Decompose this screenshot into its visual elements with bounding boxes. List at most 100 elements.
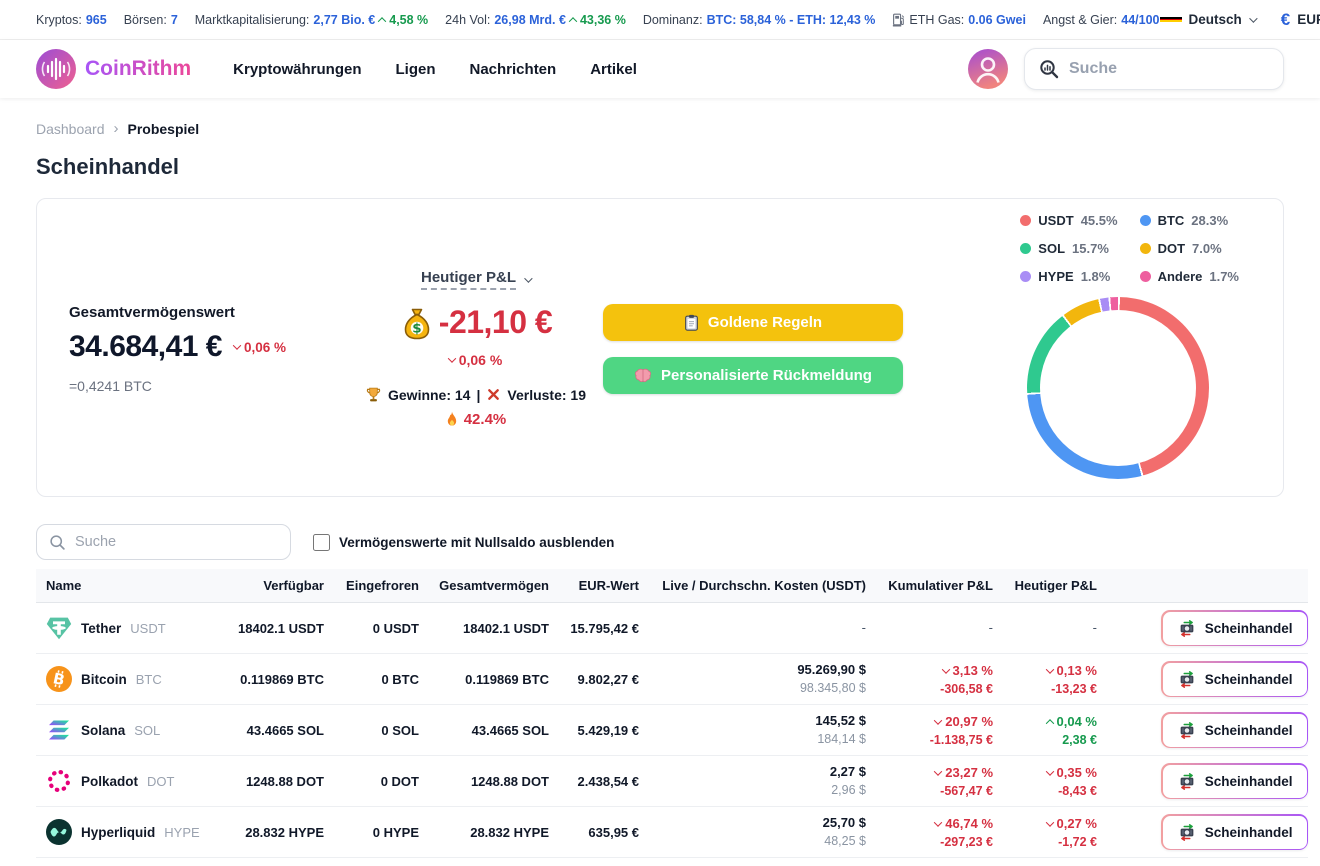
currency-exchange-icon	[1177, 824, 1197, 841]
nav-item-artikel[interactable]: Artikel	[590, 61, 637, 78]
asset-name-cell[interactable]: Tether USDT	[36, 615, 236, 641]
today-pnl-cell: 0,13 %-13,23 €	[995, 661, 1099, 698]
mock-trade-button-border: Scheinhandel	[1161, 610, 1308, 646]
stat-value[interactable]: 965	[86, 13, 107, 27]
stat-value[interactable]: 2,77 Bio. €	[313, 13, 375, 27]
nav-item-ligen[interactable]: Ligen	[396, 61, 436, 78]
legend-percent: 28.3%	[1191, 213, 1228, 228]
mock-trade-button[interactable]: Scheinhandel	[1163, 816, 1307, 849]
chevron-down-icon	[447, 354, 455, 362]
brand-name: CoinRithm	[85, 57, 191, 81]
mock-trade-button[interactable]: Scheinhandel	[1163, 612, 1307, 645]
stat-label: Dominanz:	[643, 13, 703, 27]
gas-pump-icon	[892, 12, 905, 27]
stat-value[interactable]: BTC: 58,84 % - ETH: 12,43 %	[707, 13, 876, 27]
asset-search[interactable]	[36, 524, 291, 560]
cost-cell: 2,27 $2,96 $	[641, 763, 868, 799]
stat-value[interactable]: 26,98 Mrd. €	[494, 13, 566, 27]
total-cell: 28.832 HYPE	[421, 825, 551, 840]
pnl-selector-label: Heutiger P&L	[421, 269, 516, 290]
pnl-period-selector[interactable]: Heutiger P&L	[421, 269, 530, 290]
available-cell: 0.119869 BTC	[236, 672, 326, 687]
chevron-down-icon	[934, 767, 942, 775]
column-header: Name	[36, 578, 236, 593]
legend-item: HYPE 1.8%	[1020, 269, 1117, 284]
nav-item-kryptowährungen[interactable]: Kryptowährungen	[233, 61, 361, 78]
language-selector[interactable]: Deutsch	[1160, 12, 1255, 27]
asset-name: Polkadot	[81, 774, 138, 789]
table-header: NameVerfügbarEingefrorenGesamtvermögenEU…	[36, 569, 1308, 603]
nav-item-nachrichten[interactable]: Nachrichten	[470, 61, 557, 78]
mock-trade-button-border: Scheinhandel	[1161, 712, 1308, 748]
asset-name-cell[interactable]: Solana SOL	[36, 717, 236, 743]
asset-search-input[interactable]	[75, 534, 278, 550]
tether-icon	[46, 615, 72, 641]
breadcrumb-dashboard-link[interactable]: Dashboard	[36, 121, 105, 137]
asset-name-cell[interactable]: Polkadot DOT	[36, 768, 236, 794]
frozen-cell: 0 BTC	[326, 672, 421, 687]
available-cell: 43.4665 SOL	[236, 723, 326, 738]
asset-name-cell[interactable]: Hyperliquid HYPE	[36, 819, 236, 845]
personalized-feedback-button[interactable]: Personalisierte Rückmeldung	[603, 357, 903, 394]
chevron-down-icon	[1045, 665, 1053, 673]
polkadot-icon	[46, 768, 72, 794]
user-avatar-icon[interactable]	[968, 49, 1008, 89]
currency-selector[interactable]: € EUR	[1281, 10, 1320, 30]
today-pnl-cell: 0,04 %2,38 €	[995, 712, 1099, 749]
mock-trade-button[interactable]: Scheinhandel	[1163, 663, 1307, 696]
cost-cell: -	[641, 619, 868, 637]
asset-name: Tether	[81, 621, 121, 636]
asset-symbol: USDT	[130, 621, 165, 636]
action-cell: Scheinhandel	[1099, 712, 1308, 748]
record-separator: |	[476, 387, 480, 403]
legend-item: BTC 28.3%	[1140, 213, 1239, 228]
topbar-stat: ETH Gas: 0.06 Gwei	[892, 12, 1026, 27]
hide-zero-balance-toggle[interactable]: Vermögenswerte mit Nullsaldo ausblenden	[313, 534, 614, 551]
legend-dot	[1020, 243, 1031, 254]
german-flag-icon	[1160, 13, 1182, 27]
clipboard-icon	[684, 314, 699, 331]
frozen-cell: 0 DOT	[326, 774, 421, 789]
chevron-down-icon	[934, 716, 942, 724]
stat-label: Marktkapitalisierung:	[195, 13, 310, 27]
stat-label: ETH Gas:	[909, 13, 964, 27]
cumulative-pnl-cell: -	[868, 619, 995, 637]
global-search[interactable]	[1024, 48, 1284, 90]
brand-logo[interactable]: CoinRithm	[36, 49, 191, 89]
action-cell: Scheinhandel	[1099, 814, 1308, 850]
today-pnl-cell: 0,35 %-8,43 €	[995, 763, 1099, 800]
total-cell: 0.119869 BTC	[421, 672, 551, 687]
column-header: Heutiger P&L	[995, 578, 1099, 593]
global-search-input[interactable]	[1069, 60, 1269, 78]
stat-value[interactable]: 7	[171, 13, 178, 27]
eur-value-cell: 2.438,54 €	[551, 774, 641, 789]
mock-trade-button[interactable]: Scheinhandel	[1163, 765, 1307, 798]
total-cell: 1248.88 DOT	[421, 774, 551, 789]
stat-value[interactable]: 44/100	[1121, 13, 1159, 27]
asset-name-cell[interactable]: B Bitcoin BTC	[36, 666, 236, 692]
fire-icon	[445, 411, 459, 428]
chevron-up-icon	[378, 17, 386, 25]
bitcoin-icon: B	[46, 666, 72, 692]
eur-value-cell: 9.802,27 €	[551, 672, 641, 687]
asset-name: Solana	[81, 723, 125, 738]
stat-value[interactable]: 0.06 Gwei	[968, 13, 1026, 27]
cumulative-pnl-cell: 20,97 %-1.138,75 €	[868, 712, 995, 749]
mock-trade-button[interactable]: Scheinhandel	[1163, 714, 1307, 747]
cumulative-pnl-cell: 3,13 %-306,58 €	[868, 661, 995, 698]
golden-rules-button[interactable]: Goldene Regeln	[603, 304, 903, 341]
hide-zero-balance-checkbox[interactable]	[313, 534, 330, 551]
search-icon	[49, 534, 66, 551]
cross-mark-icon	[486, 387, 501, 402]
legend-percent: 45.5%	[1081, 213, 1118, 228]
search-chart-icon	[1039, 59, 1059, 79]
breadcrumb-current: Probespiel	[128, 121, 200, 137]
currency-label: EUR	[1297, 12, 1320, 27]
stat-change: 43,36 %	[570, 13, 626, 27]
chevron-down-icon	[524, 274, 532, 282]
column-header: Gesamtvermögen	[421, 578, 551, 593]
chevron-down-icon	[1045, 767, 1053, 775]
brain-icon	[634, 368, 652, 383]
legend-percent: 7.0%	[1192, 241, 1222, 256]
nav-menu: Kryptowährungen Ligen Nachrichten Artikel	[233, 61, 637, 78]
